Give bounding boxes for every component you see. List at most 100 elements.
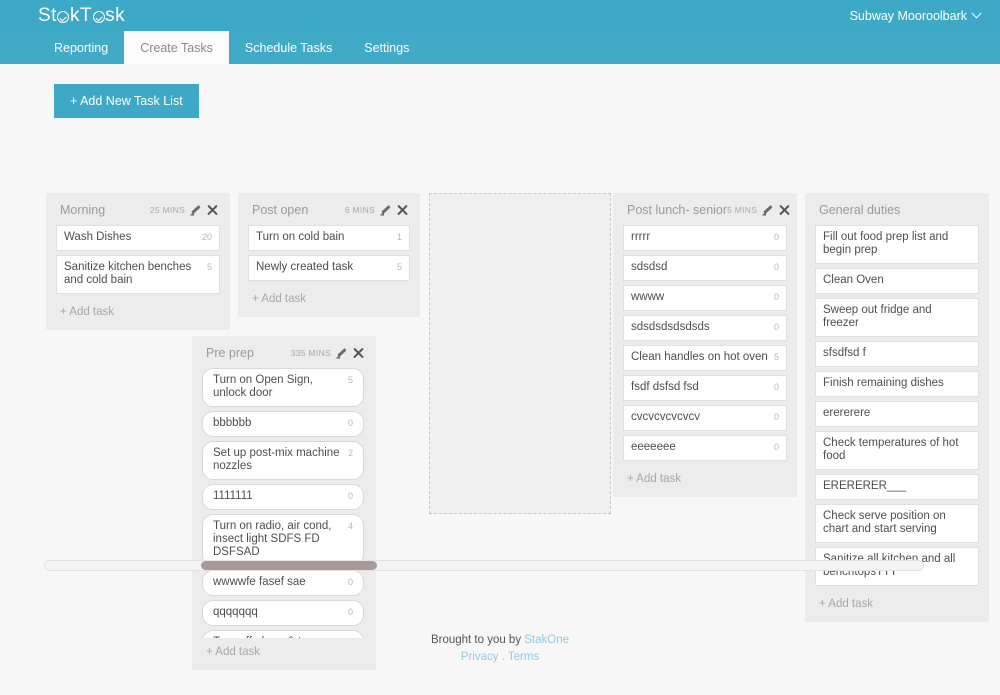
privacy-link[interactable]: Privacy: [461, 651, 499, 663]
close-icon[interactable]: [396, 204, 408, 216]
task-row[interactable]: wwwwfe fasef sae 0: [202, 570, 364, 596]
task-list-header: Post open 6 MINS: [248, 201, 410, 225]
task-label: Check serve position on chart and start …: [823, 510, 946, 535]
task-label: fsdf dsfsd fsd: [631, 381, 699, 393]
task-list-header: Pre prep 335 MINS: [202, 344, 366, 368]
task-duration-value: [965, 231, 971, 232]
task-duration-value: 1: [396, 232, 402, 242]
add-task-button[interactable]: + Add task: [56, 298, 220, 320]
task-list-card[interactable]: Pre prep 335 MINS Turn on Open Sign, unloc…: [192, 336, 376, 670]
task-row[interactable]: Turn on radio, air cond, insect light SD…: [202, 514, 364, 566]
add-task-button[interactable]: + Add task: [623, 465, 787, 487]
task-list-meta: 6 MINS: [345, 204, 408, 216]
task-list-title: Morning: [60, 203, 106, 217]
pencil-icon[interactable]: [762, 205, 773, 216]
task-list-duration: 6 MINS: [344, 205, 375, 215]
task-row[interactable]: Clean handles on hot oven 5: [623, 345, 787, 371]
task-row[interactable]: qqqqqqq 0: [202, 600, 364, 626]
task-label: ERERERER___: [823, 480, 907, 492]
task-row[interactable]: rrrrr 0: [623, 225, 787, 251]
task-row[interactable]: Sanitize kitchen benches and cold bain 5: [56, 255, 220, 294]
task-row[interactable]: Wash Dishes 20: [56, 225, 220, 251]
task-list-card[interactable]: Post open 6 MINS Turn on cold bain 1 Newly c…: [238, 193, 420, 317]
task-row[interactable]: cvcvcvcvcvcv 0: [623, 405, 787, 431]
task-row[interactable]: bbbbbb 0: [202, 411, 364, 437]
logo-text-stak-part1: St: [38, 4, 57, 26]
close-icon[interactable]: [352, 347, 364, 359]
tab-schedule-tasks[interactable]: Schedule Tasks: [229, 31, 348, 64]
stakone-link[interactable]: StakOne: [524, 634, 569, 646]
task-duration-value: 20: [201, 232, 212, 242]
tab-reporting[interactable]: Reporting: [38, 31, 124, 64]
task-label: Turn on radio, air cond, insect light SD…: [213, 520, 332, 558]
task-board: Morning 25 MINS Wash Dishes 20 Sanitize kitc…: [0, 128, 1000, 670]
task-list-card[interactable]: General duties Fill out food prep list an…: [805, 193, 989, 622]
check-circle-icon-2: [92, 10, 105, 23]
task-list-title: General duties: [819, 203, 901, 217]
task-row[interactable]: sdsdsd 0: [623, 255, 787, 281]
terms-link[interactable]: Terms: [508, 651, 539, 663]
task-list-header: Morning 25 MINS: [56, 201, 220, 225]
task-row[interactable]: wwww 0: [623, 285, 787, 311]
task-row[interactable]: sfsdfsd f: [815, 341, 979, 367]
task-label: Turn on Open Sign, unlock door: [213, 374, 313, 399]
task-row[interactable]: Sweep out fridge and freezer: [815, 298, 979, 337]
task-label: Set up post-mix machine nozzles: [213, 447, 340, 472]
task-list-card[interactable]: Post lunch- senior 5 MINS rrrrr 0 sdsdsd 0 www…: [613, 193, 797, 497]
task-row[interactable]: sdsdsdsdsdsds 0: [623, 315, 787, 341]
close-icon[interactable]: [206, 204, 218, 216]
task-row[interactable]: Check temperatures of hot food: [815, 431, 979, 470]
task-duration-value: 5: [347, 375, 353, 385]
task-row[interactable]: Newly created task 5: [248, 255, 410, 281]
task-duration-value: [965, 407, 971, 408]
task-row[interactable]: fsdf dsfsd fsd 0: [623, 375, 787, 401]
task-row[interactable]: Finish remaining dishes: [815, 371, 979, 397]
task-duration-value: [965, 274, 971, 275]
task-label: eeeeeee: [631, 441, 676, 453]
task-list-meta: 335 MINS: [291, 347, 364, 359]
task-row[interactable]: ERERERER___: [815, 474, 979, 500]
task-duration-value: 0: [347, 577, 353, 587]
task-row[interactable]: Check serve position on chart and start …: [815, 504, 979, 543]
task-list-title: Post open: [252, 203, 309, 217]
task-list-scroll-area[interactable]: Turn on Open Sign, unlock door 5 bbbbbb 0 Se…: [202, 368, 366, 638]
task-row[interactable]: Clean Oven: [815, 268, 979, 294]
app-logo[interactable]: St k T sk: [38, 5, 125, 27]
task-label: bbbbbb: [213, 417, 252, 429]
horizontal-scrollbar[interactable]: [44, 560, 924, 571]
add-new-task-list-button[interactable]: + Add New Task List: [54, 84, 199, 118]
logo-text-stak-part2: k: [69, 4, 80, 26]
task-row[interactable]: eeeeeee 0: [623, 435, 787, 461]
task-label: Fill out food prep list and begin prep: [823, 231, 949, 256]
task-label: wwww: [631, 291, 665, 303]
tab-settings[interactable]: Settings: [348, 31, 425, 64]
task-label: wwwwfe fasef sae: [213, 576, 306, 588]
task-list-dropzone[interactable]: [429, 193, 611, 514]
task-row[interactable]: Fill out food prep list and begin prep: [815, 225, 979, 264]
add-task-button[interactable]: + Add task: [248, 285, 410, 307]
task-list-meta: 25 MINS: [150, 204, 218, 216]
horizontal-scrollbar-thumb[interactable]: [201, 561, 377, 570]
task-label: Clean handles on hot oven: [631, 351, 768, 363]
account-menu[interactable]: Subway Mooroolbark: [850, 9, 982, 23]
pencil-icon[interactable]: [380, 205, 391, 216]
task-row[interactable]: Set up post-mix machine nozzles 2: [202, 441, 364, 480]
task-list-card[interactable]: Morning 25 MINS Wash Dishes 20 Sanitize kitc…: [46, 193, 230, 330]
pencil-icon[interactable]: [190, 205, 201, 216]
tab-create-tasks[interactable]: Create Tasks: [124, 31, 229, 64]
task-row[interactable]: Turn on Open Sign, unlock door 5: [202, 368, 364, 407]
task-row[interactable]: Turn on cold bain 1: [248, 225, 410, 251]
task-duration-value: 0: [773, 322, 779, 332]
task-list-title: Post lunch- senior: [627, 203, 728, 217]
footer-credit: Brought to you by StakOne: [0, 632, 1000, 649]
add-task-button[interactable]: + Add task: [815, 590, 979, 612]
task-row[interactable]: erererere: [815, 401, 979, 427]
content-area: + Add New Task List Morning 25 MINS Wash D…: [0, 64, 1000, 695]
task-duration-value: 0: [773, 412, 779, 422]
task-duration-value: 4: [347, 521, 353, 531]
task-label: Wash Dishes: [64, 231, 132, 243]
task-duration-value: [965, 304, 971, 305]
task-row[interactable]: 1111111 0: [202, 484, 364, 510]
close-icon[interactable]: [778, 204, 790, 216]
pencil-icon[interactable]: [336, 348, 347, 359]
